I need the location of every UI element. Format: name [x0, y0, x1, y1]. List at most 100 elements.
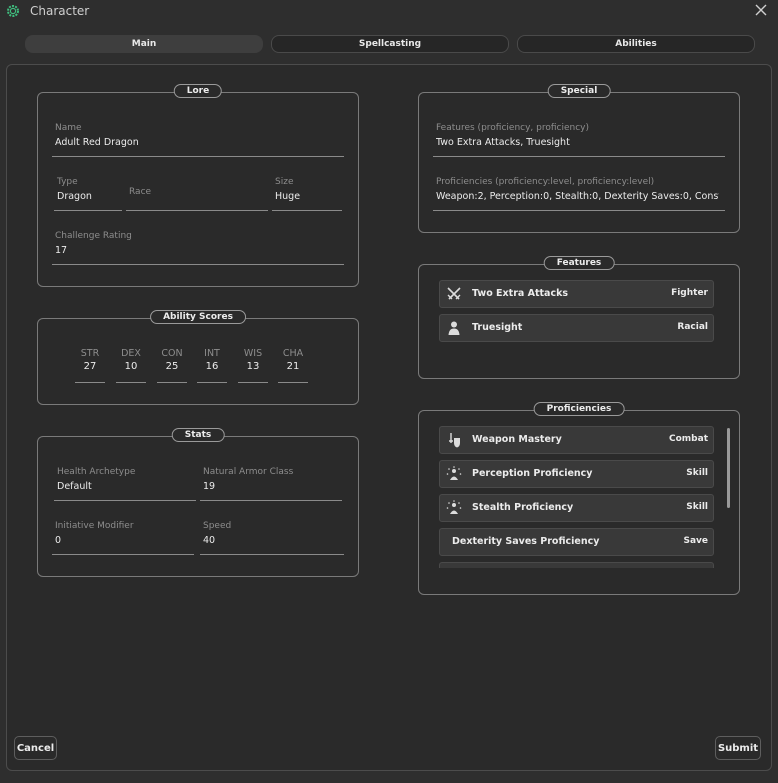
ability-con[interactable]: CON 25 [157, 348, 187, 383]
gear-icon [7, 5, 19, 17]
initiative-modifier-value: 0 [55, 535, 62, 546]
ability-con-label: CON [161, 348, 183, 359]
natural-armor-class-label: Natural Armor Class [203, 467, 294, 477]
proficiency-name: Perception Proficiency [472, 468, 593, 479]
lore-group: Lore Name Adult Red Dragon Type Dragon R… [37, 84, 359, 287]
feature-item-two-extra-attacks[interactable]: Two Extra Attacks Fighter [439, 280, 714, 308]
stats-group: Stats Health Archetype Default Natural A… [37, 428, 359, 577]
challenge-rating-field[interactable]: Challenge Rating 17 [52, 231, 344, 265]
features-group: Features Two Extra Attacks Fighter Trues… [418, 256, 740, 379]
meditating-figure-icon [446, 466, 462, 480]
cancel-label: Cancel [16, 742, 55, 754]
title-bar: Character [0, 0, 778, 24]
ability-scores-title: Ability Scores [150, 310, 246, 324]
ability-wis-value: 13 [246, 361, 260, 372]
name-field[interactable]: Name Adult Red Dragon [52, 123, 344, 157]
tab-abilities[interactable]: Abilities [517, 35, 755, 53]
window-title: Character [30, 4, 90, 18]
size-value: Huge [275, 191, 301, 202]
features-field-value: Two Extra Attacks, Truesight [436, 137, 570, 148]
health-archetype-value: Default [57, 481, 92, 492]
tab-spellcasting-label: Spellcasting [358, 39, 422, 49]
special-group: Special Features (proficiency, proficien… [418, 84, 740, 233]
initiative-modifier-field[interactable]: Initiative Modifier 0 [52, 521, 194, 555]
main-panel: Lore Name Adult Red Dragon Type Dragon R… [6, 64, 772, 771]
feature-tag: Fighter [671, 288, 708, 298]
ability-str[interactable]: STR 27 [75, 348, 105, 383]
proficiency-item-stealth[interactable]: Stealth Proficiency Skill [439, 494, 714, 522]
proficiency-item-dexterity-saves[interactable]: Dexterity Saves Proficiency Save [439, 528, 714, 556]
health-archetype-label: Health Archetype [57, 467, 136, 477]
proficiency-tag: Skill [686, 468, 708, 478]
ability-cha-label: CHA [282, 348, 304, 359]
proficiencies-title: Proficiencies [533, 402, 625, 416]
size-label: Size [275, 177, 294, 187]
challenge-rating-label: Challenge Rating [55, 231, 132, 241]
close-icon[interactable] [754, 3, 768, 17]
proficiency-name: Stealth Proficiency [472, 502, 574, 513]
ability-scores-group: Ability Scores STR 27 DEX 10 CON 25 INT 16 W… [37, 310, 359, 405]
submit-button[interactable]: Submit [715, 736, 761, 760]
ability-dex-label: DEX [121, 348, 141, 359]
ability-dex-value: 10 [124, 361, 138, 372]
natural-armor-class-field[interactable]: Natural Armor Class 19 [200, 467, 342, 501]
features-title: Features [543, 256, 615, 270]
tab-main[interactable]: Main [25, 35, 263, 53]
ability-str-value: 27 [83, 361, 97, 372]
type-label: Type [57, 177, 78, 187]
proficiencies-field[interactable]: Proficiencies (proficiency:level, profic… [433, 177, 725, 211]
type-value: Dragon [57, 191, 92, 202]
crossed-swords-icon [447, 287, 461, 300]
proficiency-item-weapon-mastery[interactable]: Weapon Mastery Combat [439, 426, 714, 454]
proficiencies-list[interactable]: Weapon Mastery Combat Perception Profici… [419, 426, 724, 568]
ability-cha[interactable]: CHA 21 [278, 348, 308, 383]
ability-con-value: 25 [165, 361, 179, 372]
speed-value: 40 [203, 535, 216, 546]
race-field[interactable]: Race [126, 187, 268, 211]
ability-int[interactable]: INT 16 [197, 348, 227, 383]
meditating-figure-icon [446, 500, 462, 514]
speed-field[interactable]: Speed 40 [200, 521, 344, 555]
name-label: Name [55, 123, 82, 133]
proficiencies-scrollbar[interactable] [727, 428, 730, 508]
size-field[interactable]: Size Huge [272, 177, 342, 211]
feature-name: Truesight [472, 322, 523, 333]
ability-str-label: STR [80, 348, 100, 359]
tab-main-label: Main [131, 39, 157, 49]
proficiencies-field-label: Proficiencies (proficiency:level, profic… [436, 177, 655, 187]
tab-abilities-label: Abilities [615, 39, 657, 49]
proficiency-name: Dexterity Saves Proficiency [452, 536, 600, 547]
health-archetype-field[interactable]: Health Archetype Default [54, 467, 196, 501]
features-field-label: Features (proficiency, proficiency) [436, 123, 590, 133]
proficiency-tag: Combat [669, 434, 708, 444]
proficiencies-field-value: Weapon:2, Perception:0, Stealth:0, Dexte… [436, 191, 719, 202]
ability-wis-label: WIS [243, 348, 263, 359]
lore-title: Lore [173, 84, 223, 98]
special-title: Special [547, 84, 611, 98]
proficiency-item-perception[interactable]: Perception Proficiency Skill [439, 460, 714, 488]
stats-title: Stats [171, 428, 225, 442]
submit-label: Submit [717, 742, 759, 754]
natural-armor-class-value: 19 [203, 481, 216, 492]
ability-int-value: 16 [205, 361, 219, 372]
tab-spellcasting[interactable]: Spellcasting [271, 35, 509, 53]
proficiency-tag: Save [683, 536, 708, 546]
proficiency-item-partial[interactable] [439, 562, 714, 568]
sword-shield-icon [449, 433, 460, 448]
ability-dex[interactable]: DEX 10 [116, 348, 146, 383]
proficiencies-group: Proficiencies Weapon Mastery Combat Perc… [418, 402, 740, 595]
race-label: Race [129, 187, 152, 197]
proficiency-name: Weapon Mastery [472, 434, 562, 445]
features-field[interactable]: Features (proficiency, proficiency) Two … [433, 123, 725, 157]
feature-item-truesight[interactable]: Truesight Racial [439, 314, 714, 342]
proficiency-tag: Skill [686, 502, 708, 512]
speed-label: Speed [203, 521, 232, 531]
cancel-button[interactable]: Cancel [14, 736, 57, 760]
type-field[interactable]: Type Dragon [54, 177, 122, 211]
person-icon [448, 321, 460, 335]
feature-tag: Racial [677, 322, 708, 332]
name-value: Adult Red Dragon [55, 137, 139, 148]
ability-wis[interactable]: WIS 13 [238, 348, 268, 383]
initiative-modifier-label: Initiative Modifier [55, 521, 134, 531]
challenge-rating-value: 17 [55, 245, 68, 256]
